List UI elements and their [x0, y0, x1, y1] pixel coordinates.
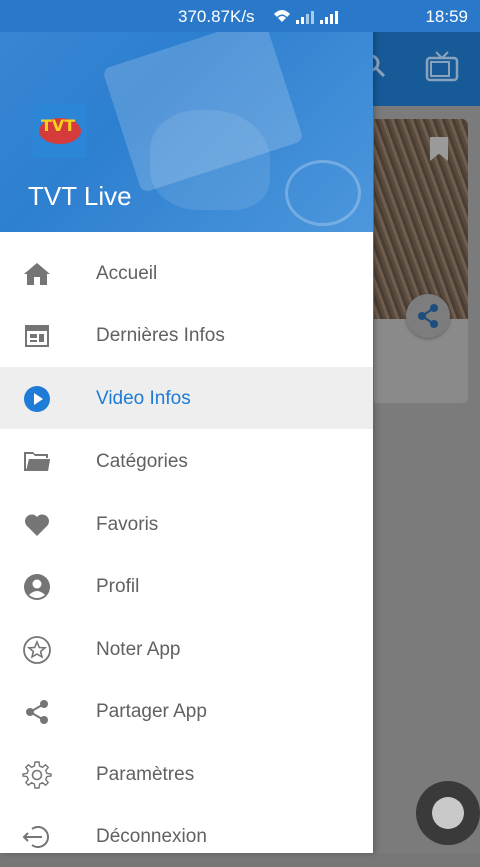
navigation-drawer: TVT TVT Live Accueil Dernières Infos Vid… [0, 0, 373, 853]
home-icon [22, 259, 52, 289]
heart-icon [22, 510, 52, 540]
drawer-header: TVT TVT Live [0, 0, 373, 232]
menu-item-parametres[interactable]: Paramètres [0, 743, 373, 805]
signal-icons [272, 6, 342, 26]
app-logo: TVT [33, 104, 87, 158]
play-circle-icon [22, 384, 52, 414]
menu-item-accueil[interactable]: Accueil [0, 242, 373, 304]
menu-item-noter-app[interactable]: Noter App [0, 618, 373, 680]
menu-item-deconnexion[interactable]: Déconnexion [0, 805, 373, 867]
network-speed: 370.87K/s [178, 7, 255, 26]
logout-icon [22, 822, 52, 852]
floating-button [416, 781, 480, 845]
menu-item-video-infos[interactable]: Video Infos [0, 367, 373, 429]
account-icon [22, 572, 52, 602]
news-card [374, 119, 468, 403]
share-icon [22, 697, 52, 727]
header-cup-image [285, 160, 361, 226]
menu-item-categories[interactable]: Catégories [0, 430, 373, 492]
menu-item-favoris[interactable]: Favoris [0, 493, 373, 555]
star-circle-icon [22, 635, 52, 665]
news-card-image [374, 119, 468, 319]
calendar-icon [22, 321, 52, 351]
gear-icon [22, 760, 52, 790]
status-bar: 370.87K/s 18:59 [0, 0, 480, 32]
menu-item-dernieres-infos[interactable]: Dernières Infos [0, 304, 373, 366]
folder-icon [22, 447, 52, 477]
app-title: TVT Live [28, 181, 132, 211]
header-hand-image [150, 110, 270, 210]
menu-item-profil[interactable]: Profil [0, 555, 373, 617]
tv-icon [424, 50, 460, 89]
clock: 18:59 [425, 7, 468, 26]
share-button [406, 294, 450, 338]
menu-item-partager-app[interactable]: Partager App [0, 680, 373, 742]
